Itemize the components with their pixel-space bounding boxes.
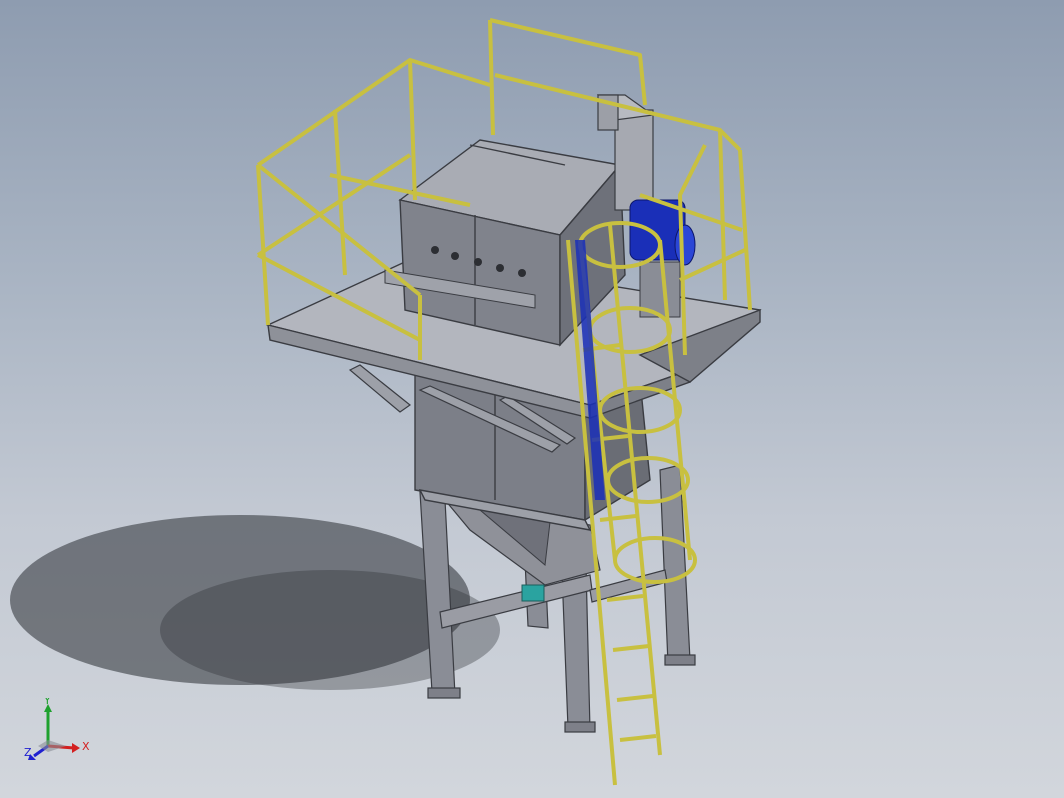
triad-y-label: Y — [43, 698, 51, 707]
coordinate-triad[interactable]: Y X Z — [20, 698, 100, 778]
triad-x-label: X — [82, 740, 90, 753]
triad-z-label: Z — [24, 746, 32, 759]
rotary-valve — [521, 584, 545, 602]
3d-viewport[interactable] — [0, 0, 1064, 798]
